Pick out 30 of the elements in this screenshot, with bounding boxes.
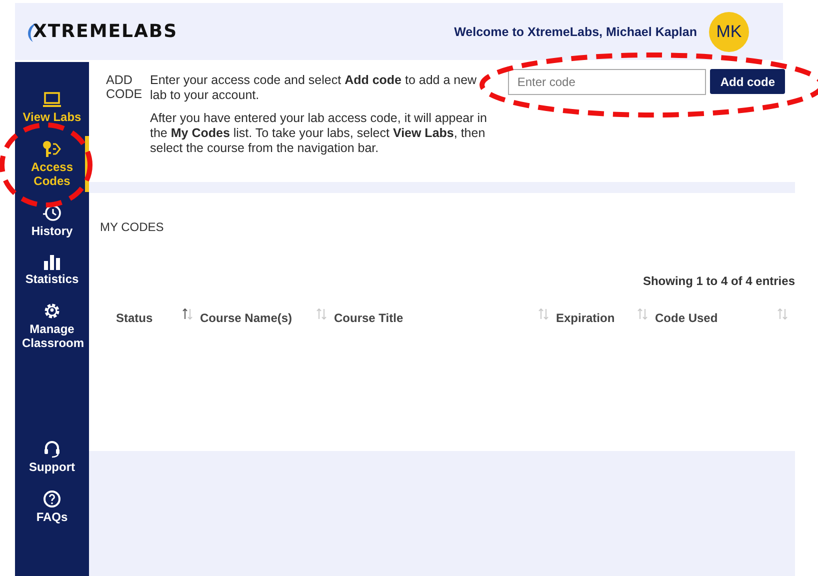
column-header[interactable]: Code Used (655, 308, 718, 325)
column-header[interactable]: Status (116, 308, 153, 325)
code-input-field[interactable]: Enter code (508, 69, 706, 95)
sort-icon[interactable] (182, 308, 194, 320)
column-header[interactable]: Expiration (556, 308, 615, 325)
nav-item[interactable]: View Labs (15, 88, 89, 128)
monitor-icon (42, 92, 62, 108)
help-icon (43, 490, 61, 508)
nav-item[interactable]: History (15, 200, 89, 242)
nav-item[interactable]: Access Codes (15, 136, 89, 192)
nav-item[interactable]: Manage Classroom (15, 298, 89, 354)
section-label: ADD CODE (106, 73, 144, 103)
column-header[interactable]: Course Title (334, 308, 404, 325)
gear-icon (43, 302, 61, 320)
clock-icon (42, 204, 62, 222)
welcome-text: Welcome to XtremeLabs, Michael Kaplan (454, 24, 697, 38)
key-icon (42, 140, 62, 158)
nav-item[interactable]: FAQs (15, 486, 89, 528)
nav-item[interactable]: Statistics (15, 250, 89, 290)
logo: XTREMELABS (33, 21, 178, 42)
instruction-text: Enter your access code and select Add code to add a new lab to your account. (150, 73, 478, 103)
bar-chart-icon (43, 254, 61, 270)
instruction-text: After you have entered your lab access code, it will appear in the My Codes list. To take your labs, select View Labs, then select the course from the navigation bar. (150, 111, 488, 156)
nav-item[interactable]: Support (15, 436, 89, 478)
section-title: MY CODES (100, 220, 165, 234)
column-header[interactable]: Course Name(s) (200, 308, 292, 325)
add-code-button[interactable]: Add code (710, 69, 785, 94)
user-avatar[interactable]: MK (709, 12, 749, 52)
entries-info: Showing 1 to 4 of 4 entries (642, 274, 795, 288)
headset-icon (43, 440, 61, 458)
